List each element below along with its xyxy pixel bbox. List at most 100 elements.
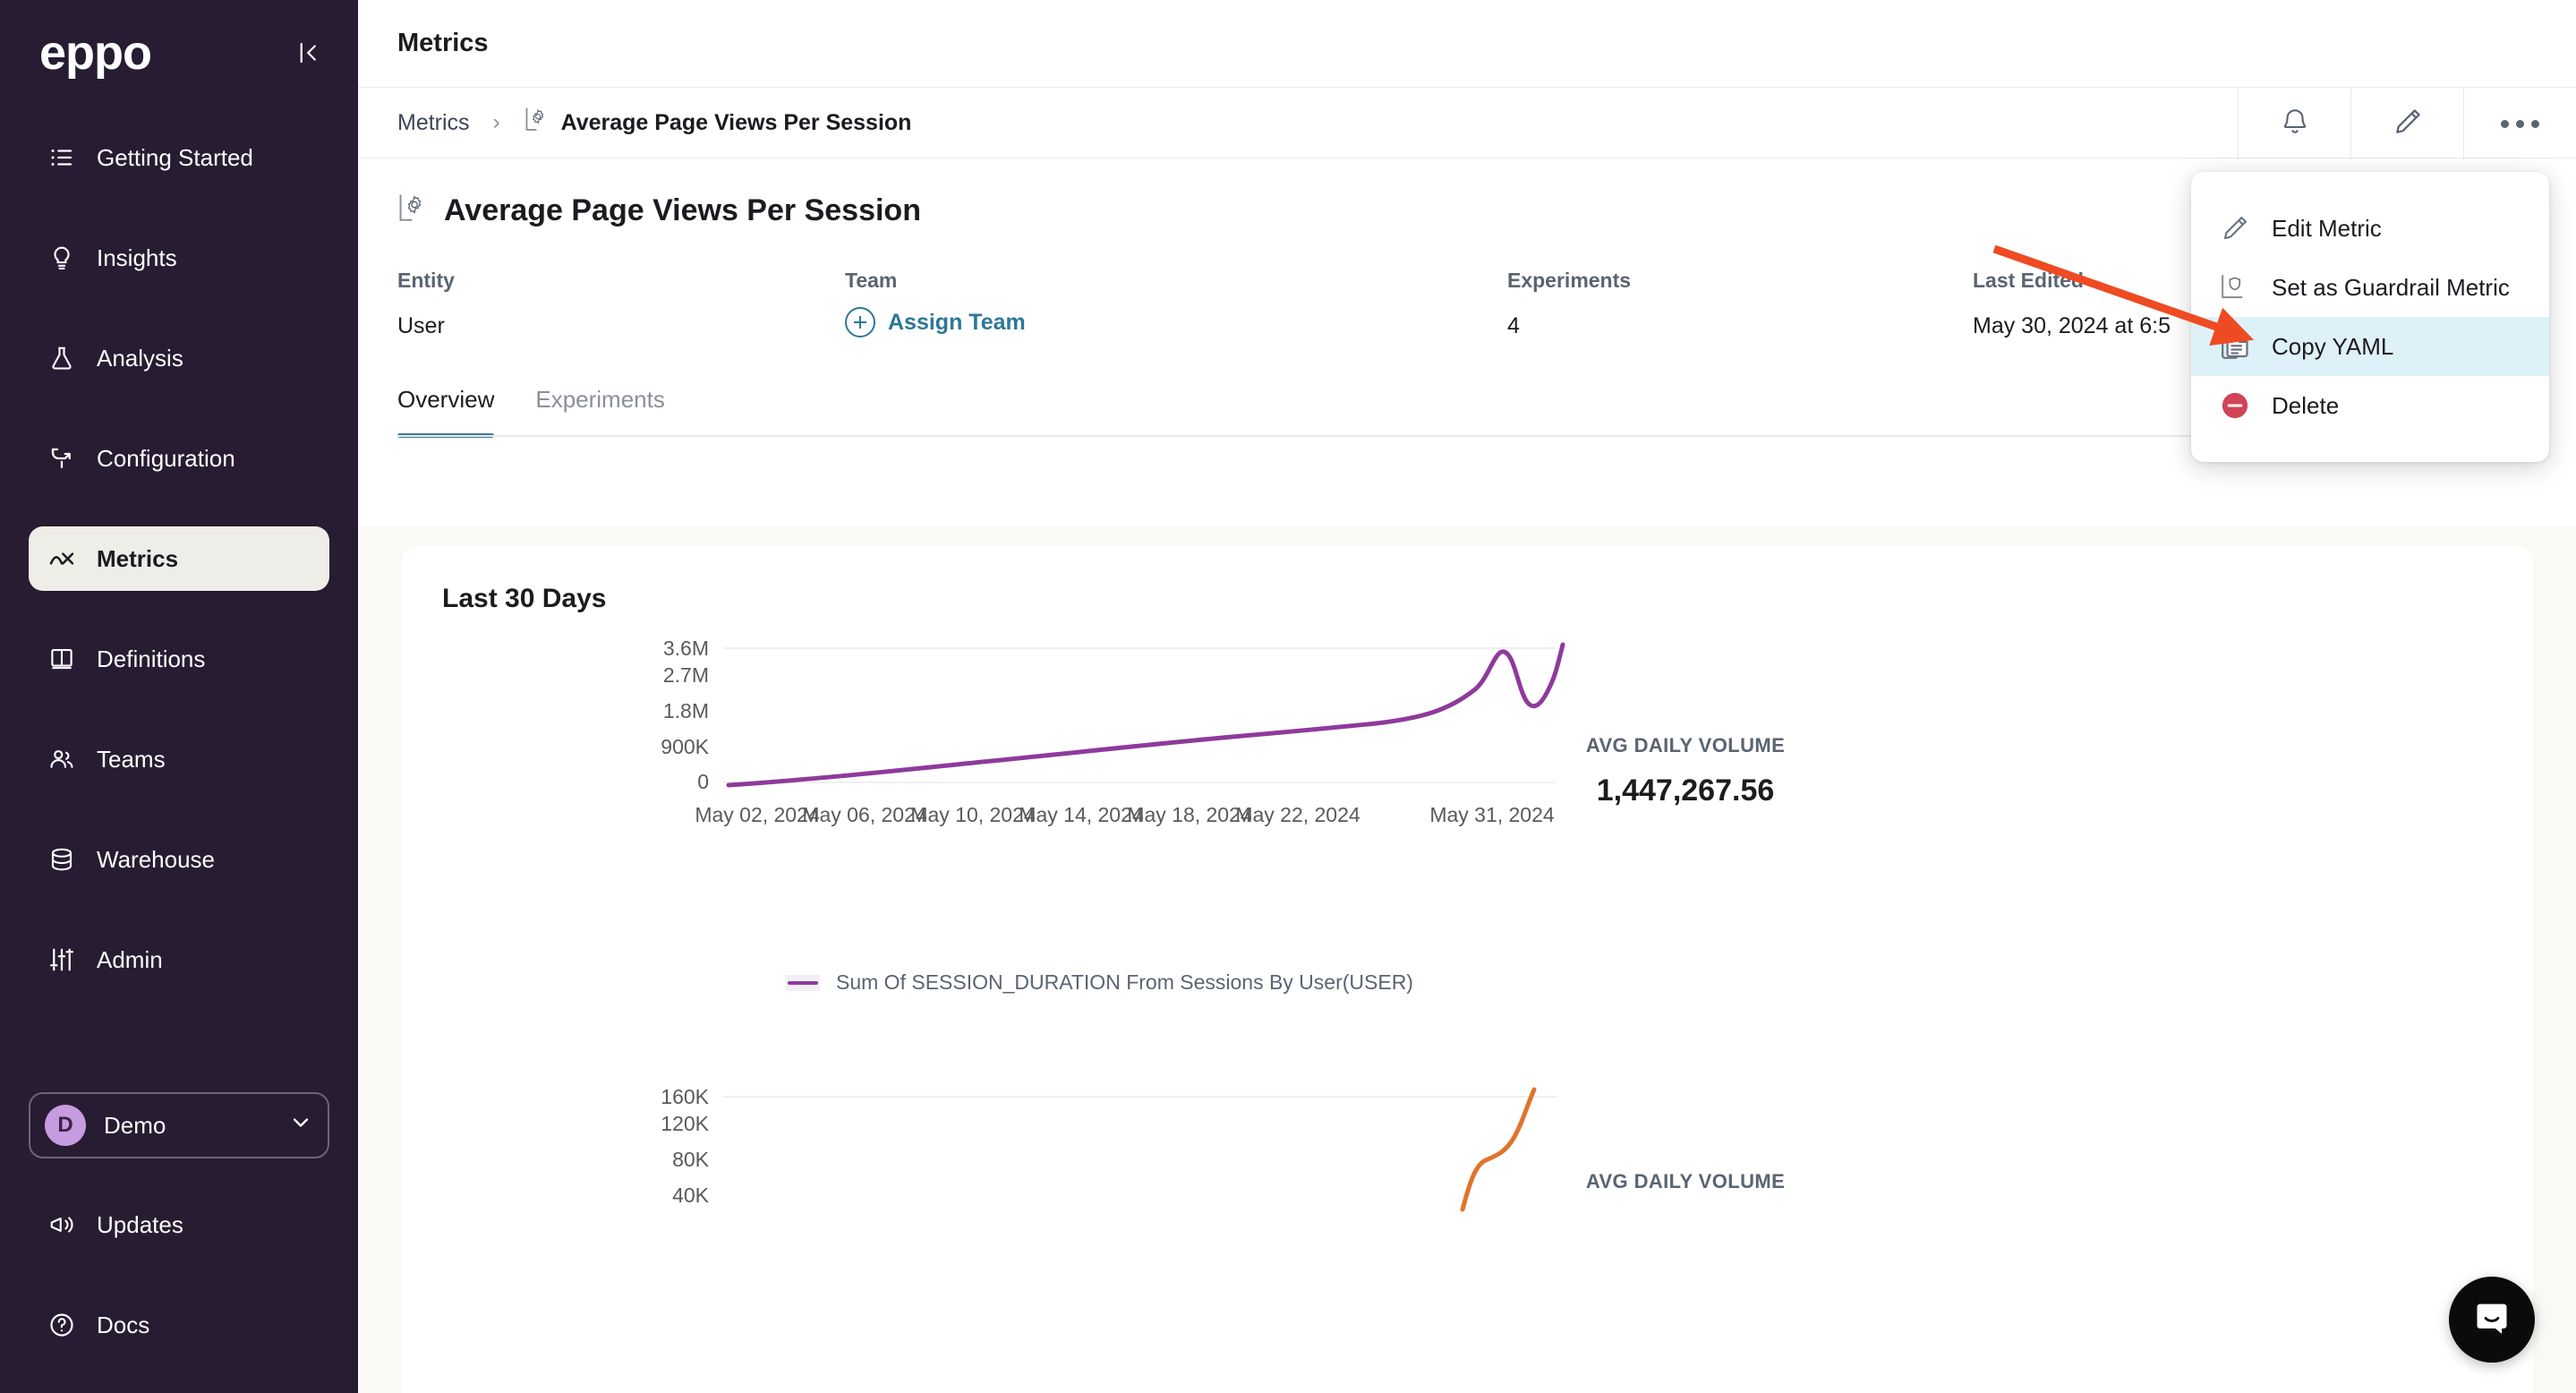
tab-experiments[interactable]: Experiments [535, 386, 665, 437]
sidebar-item-label: Admin [97, 945, 163, 973]
chart-legend: Sum Of SESSION_DURATION From Sessions By… [401, 970, 2533, 995]
sidebar-item-getting-started[interactable]: Getting Started [29, 125, 329, 190]
assign-team-button[interactable]: Assign Team [845, 307, 1507, 338]
meta-value: User [397, 313, 445, 338]
meta-last-edited: Last Edited May 30, 2024 at 6:5 [1973, 269, 2171, 339]
header-actions [2238, 88, 2576, 159]
sidebar-nav: Getting Started Insights Analysis Config… [29, 125, 329, 992]
flask-icon [47, 343, 77, 373]
menu-item-label: Copy YAML [2272, 332, 2394, 360]
breadcrumb: Metrics › Average Page Views Per Session [358, 87, 2576, 159]
sidebar-item-configuration[interactable]: Configuration [29, 426, 329, 491]
legend-swatch-icon [786, 974, 820, 991]
sidebar-footer: D Demo Updates Docs [29, 1092, 329, 1393]
app-root: eppo Getting Started Insights Analysis C… [0, 0, 2576, 1393]
menu-item-delete[interactable]: Delete [2191, 376, 2549, 435]
svg-text:May 31, 2024: May 31, 2024 [1429, 803, 1555, 826]
svg-text:2.7M: 2.7M [663, 663, 709, 687]
meta-value: 4 [1507, 313, 1520, 338]
bell-icon [2280, 107, 2310, 141]
sidebar-item-docs[interactable]: Docs [29, 1293, 329, 1357]
sidebar-item-metrics[interactable]: Metrics [29, 526, 329, 591]
sidebar-item-insights[interactable]: Insights [29, 226, 329, 290]
avatar: D [45, 1105, 86, 1146]
svg-text:900K: 900K [661, 735, 709, 758]
collapse-panel-icon[interactable] [294, 39, 320, 66]
sidebar-item-admin[interactable]: Admin [29, 927, 329, 992]
pencil-icon [2218, 211, 2252, 245]
page-title: Metrics [397, 29, 489, 57]
intercom-launcher[interactable] [2449, 1277, 2535, 1363]
chart-secondary-svg: 160K 120K 80K 40K [661, 1085, 1556, 1212]
edit-button[interactable] [2350, 88, 2463, 159]
shield-chart-icon [2218, 270, 2252, 304]
menu-item-edit-metric[interactable]: Edit Metric [2191, 199, 2549, 258]
svg-text:May 10, 2024: May 10, 2024 [910, 803, 1036, 826]
svg-text:40K: 40K [672, 1184, 710, 1207]
minus-circle-icon [2218, 389, 2252, 423]
sidebar: eppo Getting Started Insights Analysis C… [0, 0, 358, 1393]
metric-gear-icon [524, 105, 550, 141]
copy-document-icon [2218, 329, 2252, 363]
metrics-line-icon [47, 543, 77, 574]
metric-title: Average Page Views Per Session [444, 193, 921, 227]
sidebar-item-analysis[interactable]: Analysis [29, 326, 329, 390]
meta-experiments: Experiments 4 [1507, 269, 1973, 339]
metric-gear-icon [397, 191, 428, 231]
breadcrumb-current-label: Average Page Views Per Session [560, 109, 912, 135]
meta-label: Team [845, 269, 898, 292]
sidebar-item-definitions[interactable]: Definitions [29, 627, 329, 691]
sidebar-item-teams[interactable]: Teams [29, 727, 329, 791]
context-menu: Edit Metric Set as Guardrail Metric Copy… [2191, 172, 2549, 462]
sliders-icon [47, 944, 77, 975]
svg-text:May 06, 2024: May 06, 2024 [802, 803, 927, 826]
breadcrumb-root[interactable]: Metrics [397, 110, 470, 136]
svg-text:120K: 120K [661, 1112, 709, 1135]
stat-label: AVG DAILY VOLUME [1585, 1170, 1786, 1192]
svg-text:May 18, 2024: May 18, 2024 [1127, 803, 1252, 826]
sidebar-item-label: Insights [97, 244, 177, 271]
plus-circle-icon [845, 307, 875, 338]
org-switcher[interactable]: D Demo [29, 1092, 329, 1158]
chart-card: Last 30 Days 3.6M 2.7M 1.8M 900K 0 May 0… [401, 546, 2533, 1393]
chart-primary-svg: 3.6M 2.7M 1.8M 900K 0 May 02, 2024 May 0… [661, 637, 1565, 826]
tab-label: Overview [397, 386, 495, 413]
meta-label: Last Edited [1973, 269, 2084, 292]
svg-text:May 02, 2024: May 02, 2024 [695, 803, 820, 826]
tab-overview[interactable]: Overview [397, 386, 495, 438]
card-title: Last 30 Days [442, 584, 607, 613]
list-icon [47, 142, 77, 173]
svg-text:0: 0 [697, 770, 709, 793]
database-icon [47, 844, 77, 875]
svg-text:May 14, 2024: May 14, 2024 [1019, 803, 1144, 826]
people-icon [47, 744, 77, 774]
menu-item-label: Delete [2272, 391, 2340, 419]
lightbulb-icon [47, 243, 77, 273]
ellipsis-icon [2501, 119, 2539, 128]
sidebar-item-label: Metrics [97, 544, 179, 572]
sidebar-item-updates[interactable]: Updates [29, 1192, 329, 1257]
menu-item-label: Set as Guardrail Metric [2272, 273, 2510, 301]
assign-team-label: Assign Team [888, 309, 1026, 335]
sidebar-item-label: Teams [97, 745, 166, 773]
notifications-button[interactable] [2238, 88, 2350, 159]
sidebar-item-label: Definitions [97, 645, 206, 672]
more-options-button[interactable] [2463, 88, 2576, 159]
stat-label: AVG DAILY VOLUME [1585, 734, 1786, 756]
branch-icon [47, 443, 77, 474]
svg-text:80K: 80K [672, 1148, 710, 1171]
sidebar-item-label: Docs [97, 1311, 150, 1338]
meta-label: Experiments [1507, 269, 1632, 292]
stat-avg-daily-volume-1: AVG DAILY VOLUME 1,447,267.56 [1574, 734, 1797, 808]
meta-label: Entity [397, 269, 455, 292]
svg-text:May 22, 2024: May 22, 2024 [1235, 803, 1361, 826]
meta-value: May 30, 2024 at 6:5 [1973, 313, 2171, 338]
menu-item-label: Edit Metric [2272, 214, 2382, 242]
menu-item-set-as-guardrail-metric[interactable]: Set as Guardrail Metric [2191, 258, 2549, 317]
sidebar-item-label: Analysis [97, 344, 183, 372]
sidebar-item-warehouse[interactable]: Warehouse [29, 827, 329, 892]
pencil-icon [2392, 106, 2424, 142]
eppo-logo: eppo [39, 26, 152, 80]
chevron-down-icon [288, 1110, 313, 1141]
menu-item-copy-yaml[interactable]: Copy YAML [2191, 317, 2549, 376]
